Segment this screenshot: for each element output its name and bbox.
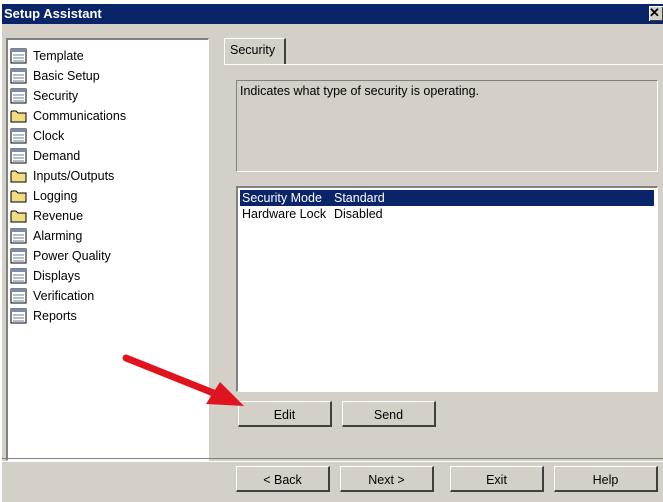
tree-label: Demand [33, 149, 81, 163]
setup-assistant-window: Setup Assistant ✕ Template Basic Setup S… [0, 4, 663, 502]
list-item-security-mode[interactable]: Security Mode Standard [240, 190, 654, 206]
next-button[interactable]: Next > [340, 466, 434, 492]
tree-item-revenue[interactable]: Revenue [10, 206, 83, 226]
back-button[interactable]: < Back [236, 466, 330, 492]
sheet-icon [10, 48, 27, 64]
tree-label: Alarming [33, 229, 83, 243]
sheet-icon [10, 128, 27, 144]
tree-item-security[interactable]: Security [10, 86, 79, 106]
help-button[interactable]: Help [554, 466, 658, 492]
tree-item-inputs-outputs[interactable]: Inputs/Outputs [10, 166, 114, 186]
folder-icon [10, 170, 27, 183]
setting-value: Disabled [334, 207, 383, 221]
setting-name: Hardware Lock [242, 207, 327, 221]
tree-item-reports[interactable]: Reports [10, 306, 77, 326]
tree-label: Revenue [33, 209, 84, 223]
folder-icon [10, 110, 27, 123]
sheet-icon [10, 268, 27, 284]
tree-label: Communications [33, 109, 127, 123]
tree-item-template[interactable]: Template [10, 46, 84, 66]
description-box: Indicates what type of security is opera… [236, 80, 658, 172]
tree-item-displays[interactable]: Displays [10, 266, 80, 286]
settings-list[interactable]: Security Mode Standard Hardware Lock Dis… [236, 186, 658, 392]
tree-label: Verification [33, 289, 95, 303]
tree-label: Basic Setup [33, 69, 100, 83]
tree-item-demand[interactable]: Demand [10, 146, 80, 166]
list-item-hardware-lock[interactable]: Hardware Lock Disabled [240, 206, 654, 222]
tree-item-alarming[interactable]: Alarming [10, 226, 82, 246]
tree-item-power-quality[interactable]: Power Quality [10, 246, 111, 266]
sheet-icon [10, 148, 27, 164]
window-title: Setup Assistant [4, 6, 102, 21]
tab-security[interactable]: Security [224, 38, 286, 64]
tree-item-clock[interactable]: Clock [10, 126, 64, 146]
tree-label: Logging [33, 189, 78, 203]
edit-button[interactable]: Edit [238, 401, 332, 427]
exit-button[interactable]: Exit [450, 466, 544, 492]
tree-label: Power Quality [33, 249, 111, 263]
sheet-icon [10, 88, 27, 104]
close-button[interactable]: ✕ [649, 6, 663, 21]
red-arrow-annotation [122, 354, 244, 406]
tree-label: Reports [33, 309, 77, 323]
footer-divider [2, 458, 663, 462]
tree-item-logging[interactable]: Logging [10, 186, 78, 206]
setting-name: Security Mode [242, 191, 322, 205]
tree-label: Inputs/Outputs [33, 169, 115, 183]
folder-icon [10, 190, 27, 203]
tree-label: Security [33, 89, 79, 103]
tree-item-communications[interactable]: Communications [10, 106, 126, 126]
sheet-icon [10, 248, 27, 264]
setting-value: Standard [334, 191, 385, 205]
sheet-icon [10, 288, 27, 304]
folder-icon [10, 210, 27, 223]
send-button[interactable]: Send [342, 401, 436, 427]
tree-label: Displays [33, 269, 81, 283]
tab-page-border [224, 64, 663, 65]
title-bar[interactable]: Setup Assistant ✕ [2, 4, 663, 24]
sheet-icon [10, 68, 27, 84]
sheet-icon [10, 228, 27, 244]
tree-item-verification[interactable]: Verification [10, 286, 94, 306]
tree-label: Clock [33, 129, 65, 143]
sheet-icon [10, 308, 27, 324]
tree-item-basic-setup[interactable]: Basic Setup [10, 66, 100, 86]
tree-label: Template [33, 49, 84, 63]
